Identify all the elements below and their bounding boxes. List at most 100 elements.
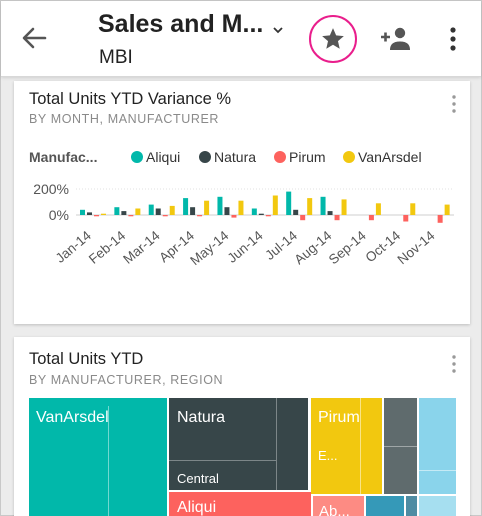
legend-title: Manufac... <box>29 149 98 165</box>
x-tick-label: Aug-14 <box>291 228 334 268</box>
bar-aliqui-aug-14 <box>320 196 326 215</box>
bar-natura-aug-14 <box>327 211 333 215</box>
bar-aliqui-feb-14 <box>114 207 120 215</box>
legend-item-aliqui[interactable]: Aliqui <box>131 149 180 165</box>
share-button[interactable] <box>379 25 413 53</box>
bar-natura-jun-14 <box>258 213 264 215</box>
tile-units-treemap[interactable]: Total Units YTD BY MANUFACTURER, REGION … <box>14 337 470 516</box>
x-tick-label: Sep-14 <box>326 228 369 268</box>
more-options-button[interactable] <box>441 25 465 53</box>
bar-vanarsdel-apr-14 <box>204 200 210 215</box>
bar-vanarsdel-sep-14 <box>375 203 381 215</box>
legend-item-pirum[interactable]: Pirum <box>274 149 326 165</box>
bar-natura-jul-14 <box>293 209 299 215</box>
x-tick-label: Nov-14 <box>395 227 438 267</box>
bar-vanarsdel-jul-14 <box>307 198 313 215</box>
treemap-divider <box>360 398 361 494</box>
treemap-cell-ab[interactable]: Ab... <box>313 496 364 516</box>
chevron-down-icon <box>273 27 283 34</box>
treemap-cell-vanarsdel[interactable]: VanArsdel <box>29 398 167 516</box>
tile-more-button[interactable] <box>447 94 461 116</box>
bar-pirum-sep-14 <box>368 215 374 221</box>
bar-pirum-nov-14 <box>437 215 443 223</box>
treemap-label: Aliqui <box>177 499 217 516</box>
y-tick-label: 200% <box>33 181 69 197</box>
treemap-cell-blue-2[interactable] <box>406 496 417 516</box>
workspace-name: MBI <box>99 47 133 68</box>
x-tick-label: Jun-14 <box>224 227 266 265</box>
bar-pirum-jan-14 <box>94 215 99 217</box>
bar-natura-may-14 <box>224 207 230 215</box>
bar-pirum-aug-14 <box>334 215 340 221</box>
bar-vanarsdel-aug-14 <box>341 199 347 215</box>
treemap-cell-natura[interactable]: Natura Central <box>169 398 308 490</box>
treemap-chart: VanArsdel Natura Central Pirum E... Aliq… <box>29 398 456 516</box>
bar-aliqui-may-14 <box>217 196 223 215</box>
bar-aliqui-jul-14 <box>286 191 292 215</box>
back-button[interactable] <box>19 23 49 53</box>
favorite-button[interactable] <box>309 15 357 63</box>
bar-vanarsdel-may-14 <box>238 200 244 215</box>
tile-variance-chart[interactable]: Total Units YTD Variance % BY MONTH, MAN… <box>14 81 470 324</box>
bar-aliqui-mar-14 <box>148 204 154 215</box>
x-tick-label: Mar-14 <box>120 227 163 266</box>
more-vertical-icon <box>450 27 456 51</box>
treemap-label: Pirum <box>318 409 360 426</box>
treemap-cell-blue[interactable] <box>366 496 404 516</box>
bar-pirum-jun-14 <box>265 215 271 217</box>
bar-natura-apr-14 <box>190 207 196 215</box>
bar-pirum-oct-14 <box>403 215 409 222</box>
treemap-divider <box>276 398 277 490</box>
dashboard-title[interactable]: Sales and M... <box>98 10 263 39</box>
bar-pirum-apr-14 <box>197 215 203 217</box>
treemap-cell-other-2[interactable] <box>419 398 456 494</box>
tile-subtitle: BY MANUFACTURER, REGION <box>29 373 224 387</box>
treemap-cell-aliqui[interactable]: Aliqui <box>169 492 311 516</box>
column-chart: 200%0%Jan-14Feb-14Mar-14Apr-14May-14Jun-… <box>33 181 454 268</box>
treemap-cell-lightblue[interactable] <box>419 496 456 516</box>
legend-label: Natura <box>214 149 257 165</box>
x-tick-label: Feb-14 <box>86 227 129 266</box>
legend-label: VanArsdel <box>358 149 422 165</box>
legend-swatch <box>274 151 286 163</box>
tile-subtitle: BY MONTH, MANUFACTURER <box>29 112 220 126</box>
bar-aliqui-jun-14 <box>251 208 257 215</box>
bar-vanarsdel-jan-14 <box>101 213 106 215</box>
bar-vanarsdel-oct-14 <box>410 203 416 215</box>
arrow-left-icon <box>22 27 47 49</box>
y-tick-label: 0% <box>49 207 69 223</box>
legend-swatch <box>343 151 355 163</box>
legend-item-natura[interactable]: Natura <box>199 149 256 165</box>
more-vertical-icon <box>452 355 456 373</box>
bar-pirum-jul-14 <box>300 215 306 221</box>
legend-swatch <box>131 151 143 163</box>
tile-title: Total Units YTD <box>29 350 144 368</box>
bar-aliqui-jan-14 <box>80 209 85 215</box>
treemap-divider <box>384 446 417 447</box>
bar-pirum-may-14 <box>231 215 237 218</box>
bar-pirum-feb-14 <box>128 215 134 217</box>
star-icon <box>322 28 344 49</box>
bar-natura-mar-14 <box>155 208 161 215</box>
app-header: Sales and M... MBI <box>1 1 481 77</box>
treemap-label: VanArsdel <box>36 409 109 426</box>
title-dropdown-toggle[interactable] <box>271 23 285 37</box>
bar-pirum-mar-14 <box>162 215 168 217</box>
bar-vanarsdel-jun-14 <box>272 195 278 215</box>
treemap-divider <box>169 460 276 461</box>
legend-swatch <box>199 151 211 163</box>
treemap-label: Ab... <box>319 503 350 516</box>
x-tick-label: Jan-14 <box>53 227 95 265</box>
legend-label: Aliqui <box>146 149 181 165</box>
treemap-label: Natura <box>177 409 226 426</box>
x-tick-label: May-14 <box>187 227 232 268</box>
more-vertical-icon <box>452 95 456 113</box>
tile-more-button[interactable] <box>447 354 461 376</box>
tile-title: Total Units YTD Variance % <box>29 90 232 108</box>
bar-vanarsdel-feb-14 <box>135 208 141 215</box>
treemap-cell-pirum[interactable]: Pirum E... <box>311 398 382 494</box>
legend-label: Pirum <box>289 149 326 165</box>
treemap-region-label: Central <box>177 471 219 486</box>
treemap-cell-other[interactable] <box>384 398 417 494</box>
legend-item-vanarsdel[interactable]: VanArsdel <box>343 149 422 165</box>
